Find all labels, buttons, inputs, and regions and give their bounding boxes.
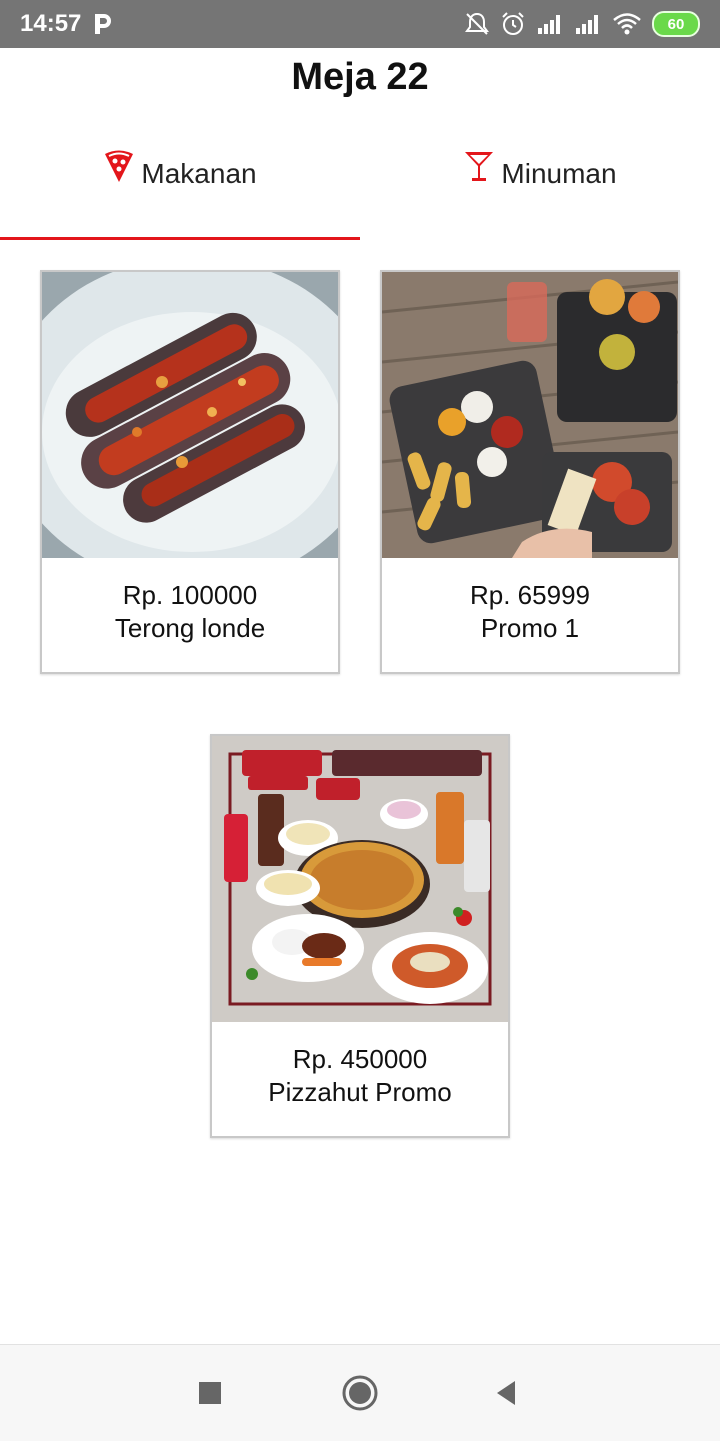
menu-card-terong-londe[interactable]: Rp. 100000 Terong londe	[40, 270, 340, 674]
battery-level: 60	[667, 15, 685, 33]
home-button[interactable]	[320, 1345, 400, 1441]
item-name: Pizzahut Promo	[268, 1077, 452, 1107]
tab-minuman[interactable]: Minuman	[360, 148, 720, 238]
tab-makanan-label: Makanan	[141, 158, 257, 189]
page-title: Meja 22	[291, 56, 429, 98]
pizza-combo-promo-photo	[212, 736, 508, 1022]
recents-button[interactable]	[170, 1345, 250, 1441]
pizza-icon	[105, 150, 134, 182]
status-time: 14:57	[20, 10, 82, 37]
item-price: Rp. 100000	[122, 580, 258, 610]
status-icons: 60	[464, 8, 700, 40]
circle-icon	[342, 1375, 378, 1411]
back-button[interactable]	[466, 1345, 546, 1441]
eggplant-dish-photo	[42, 272, 338, 558]
alarm-icon	[502, 12, 524, 35]
signal-icon	[576, 15, 598, 34]
battery-icon: 60	[652, 11, 700, 37]
item-name: Terong londe	[114, 613, 266, 643]
cocktail-glass-icon	[465, 152, 494, 181]
menu-card-promo-1[interactable]: Rp. 65999 Promo 1	[380, 270, 680, 674]
item-price: Rp. 65999	[470, 580, 590, 610]
tab-minuman-label: Minuman	[501, 158, 617, 189]
back-triangle-icon	[497, 1381, 515, 1405]
item-price: Rp. 450000	[292, 1044, 428, 1074]
item-name: Promo 1	[480, 613, 580, 643]
signal-icon	[538, 15, 560, 34]
square-icon	[199, 1382, 221, 1404]
wifi-icon	[613, 13, 641, 35]
status-bar: 14:57 60	[0, 0, 720, 48]
snack-table-photo	[382, 272, 678, 558]
tab-makanan[interactable]: Makanan	[0, 148, 360, 238]
tab-indicator	[0, 237, 360, 240]
mute-icon	[465, 12, 489, 35]
p-icon	[95, 14, 111, 34]
menu-card-pizzahut-promo[interactable]: Rp. 450000 Pizzahut Promo	[210, 734, 510, 1138]
navigation-bar	[0, 1344, 720, 1441]
